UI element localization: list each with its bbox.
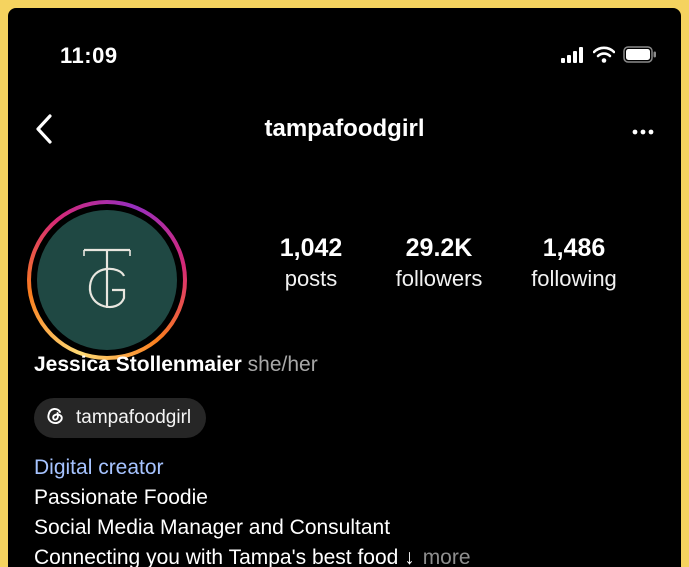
threads-badge[interactable]: tampafoodgirl xyxy=(34,398,207,438)
stat-following[interactable]: 1,486 following xyxy=(509,233,639,293)
profile-username: tampafoodgirl xyxy=(264,115,425,142)
phone-screen: 11:09 tampafoodgirl 1,042 posts 29.2K fo… xyxy=(8,8,681,567)
status-icons xyxy=(561,46,657,68)
profile-name: Jessica Stollenmaier she/her xyxy=(34,353,318,377)
story-ring[interactable] xyxy=(27,200,187,360)
stat-label: followers xyxy=(395,266,483,291)
bio-line: Passionate Foodie xyxy=(34,486,208,509)
stat-label: following xyxy=(531,266,617,291)
threads-handle: tampafoodgirl xyxy=(76,407,192,428)
avatar xyxy=(37,210,177,350)
bio-line: Social Media Manager and Consultant xyxy=(34,516,391,539)
wifi-icon xyxy=(592,46,616,68)
more-options-button[interactable] xyxy=(623,111,663,151)
avatar-monogram-logo xyxy=(62,228,152,333)
profile-stats: 1,042 posts 29.2K followers 1,486 follow… xyxy=(253,233,639,293)
stat-label: posts xyxy=(284,266,338,291)
bio-line-text: Connecting you with Tampa's best food ↓ xyxy=(34,546,415,567)
bio-line: Connecting you with Tampa's best food ↓ m… xyxy=(34,543,471,567)
stat-followers[interactable]: 29.2K followers xyxy=(369,233,509,293)
profile-bio: Digital creator Passionate Foodie Social… xyxy=(34,453,471,567)
status-bar: 11:09 xyxy=(8,8,681,88)
bio-more-link[interactable]: more xyxy=(423,546,471,567)
status-time: 11:09 xyxy=(60,43,118,68)
cellular-signal-icon xyxy=(561,46,585,68)
stat-value: 1,042 xyxy=(279,234,343,262)
threads-icon xyxy=(46,406,64,431)
ellipsis-icon xyxy=(632,122,654,140)
display-name: Jessica Stollenmaier xyxy=(34,353,242,376)
battery-icon xyxy=(623,46,657,68)
stat-value: 29.2K xyxy=(405,234,473,262)
stat-posts[interactable]: 1,042 posts xyxy=(253,233,369,293)
profile-header: tampafoodgirl xyxy=(8,103,681,163)
pronouns: she/her xyxy=(247,353,318,376)
stat-value: 1,486 xyxy=(542,234,606,262)
bio-category[interactable]: Digital creator xyxy=(34,453,471,483)
